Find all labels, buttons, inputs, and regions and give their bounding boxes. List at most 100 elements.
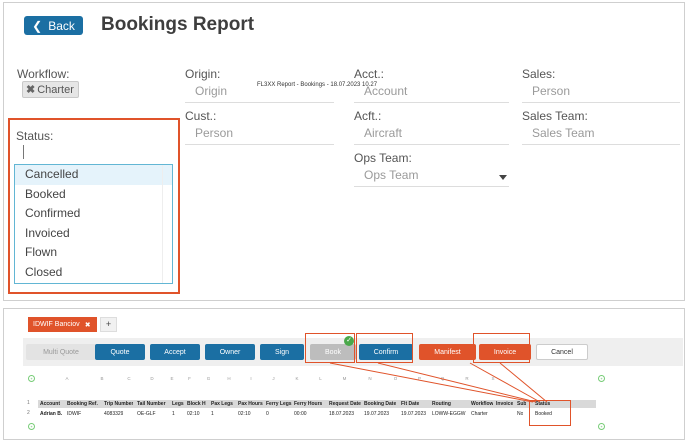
- table-cell[interactable]: LOWW-EGGW: [432, 411, 466, 417]
- status-dropdown[interactable]: Cancelled Booked Confirmed Invoiced Flow…: [14, 164, 173, 284]
- table-cell[interactable]: 18.07.2023: [329, 411, 354, 417]
- status-option-booked[interactable]: Booked: [15, 185, 172, 205]
- origin-label: Origin:: [185, 67, 221, 81]
- column-header[interactable]: I: [240, 376, 262, 383]
- table-cell[interactable]: Adrian B.: [40, 411, 62, 417]
- manifest-button[interactable]: Manifest: [419, 344, 476, 360]
- column-header[interactable]: L: [309, 376, 332, 383]
- column-header[interactable]: B: [86, 376, 118, 383]
- column-header[interactable]: K: [285, 376, 309, 383]
- status-option-confirmed[interactable]: Confirmed: [15, 204, 172, 224]
- column-header[interactable]: O: [383, 376, 408, 383]
- table-header-cell: Pax Legs: [211, 401, 233, 407]
- column-header[interactable]: D: [140, 376, 164, 383]
- table-cell[interactable]: 1: [211, 411, 214, 417]
- caret-down-icon[interactable]: [499, 175, 507, 180]
- table-header-cell: Sub: [517, 401, 527, 407]
- sales-team-label: Sales Team:: [522, 109, 588, 123]
- close-icon[interactable]: ✖: [85, 321, 91, 329]
- table-cell[interactable]: 02:10: [187, 411, 200, 417]
- table-header-cell: Pax Hours: [238, 401, 263, 407]
- workflow-chip[interactable]: ✖ Charter: [22, 81, 79, 98]
- page-title: Bookings Report: [101, 14, 255, 35]
- table-cell[interactable]: 00:00: [294, 411, 307, 417]
- column-header[interactable]: G: [199, 376, 218, 383]
- column-header[interactable]: M: [332, 376, 357, 383]
- table-header-cell: Account: [40, 401, 60, 407]
- column-header[interactable]: A: [48, 376, 86, 383]
- add-tab-button[interactable]: +: [100, 317, 117, 332]
- workbook-panel: IDWIF Banciov ✖ + Multi Quote Quote Acce…: [3, 308, 685, 440]
- workflow-label: Workflow:: [17, 67, 70, 81]
- add-circle-icon[interactable]: +: [598, 375, 605, 382]
- table-header-cell: Request Date: [329, 401, 361, 407]
- table-header-cell: Legs: [172, 401, 184, 407]
- row-number: 2: [27, 410, 30, 416]
- column-header[interactable]: P: [408, 376, 431, 383]
- table-header-cell: Workflow: [471, 401, 494, 407]
- confirm-highlight-box: [356, 333, 413, 363]
- origin-input[interactable]: Origin: [195, 84, 227, 98]
- cust-input[interactable]: Person: [195, 126, 233, 140]
- column-header[interactable]: S: [480, 376, 506, 383]
- acft-label: Acft.:: [354, 109, 382, 123]
- chevron-left-icon: ❮: [32, 18, 43, 33]
- remove-chip-icon[interactable]: ✖: [26, 83, 35, 96]
- column-header[interactable]: F: [180, 376, 199, 383]
- sign-button[interactable]: Sign: [260, 344, 304, 360]
- table-header-cell: Booking Date: [364, 401, 397, 407]
- table-header-cell: Trip Number: [104, 401, 134, 407]
- table-cell[interactable]: OE-GLF: [137, 411, 156, 417]
- table-header-cell: Booking Ref.: [67, 401, 98, 407]
- column-header[interactable]: H: [218, 376, 240, 383]
- add-circle-icon[interactable]: +: [28, 423, 35, 430]
- status-cell-highlight-box: [529, 400, 571, 426]
- accept-button[interactable]: Accept: [150, 344, 200, 360]
- check-icon: ✓: [344, 336, 354, 346]
- invoice-highlight-box: [473, 333, 530, 363]
- column-header[interactable]: C: [118, 376, 140, 383]
- add-circle-icon[interactable]: +: [28, 375, 35, 382]
- column-header[interactable]: N: [357, 376, 383, 383]
- table-cell[interactable]: Charter: [471, 411, 488, 417]
- table-cell[interactable]: IDWIF: [67, 411, 81, 417]
- table-header-cell: Ferry Legs: [266, 401, 292, 407]
- status-option-cancelled[interactable]: Cancelled: [15, 165, 172, 185]
- ops-team-select[interactable]: Ops Team: [364, 168, 418, 182]
- status-option-flown[interactable]: Flown: [15, 243, 172, 263]
- column-header[interactable]: R: [454, 376, 480, 383]
- cancel-button[interactable]: Cancel: [536, 344, 588, 360]
- column-header[interactable]: J: [262, 376, 285, 383]
- table-cell[interactable]: 02:10: [238, 411, 251, 417]
- multi-quote-button[interactable]: Multi Quote: [26, 344, 96, 360]
- status-input[interactable]: [23, 145, 24, 159]
- column-header[interactable]: Q: [431, 376, 454, 383]
- table-header-cell: Invoice: [496, 401, 514, 407]
- ops-team-label: Ops Team:: [354, 151, 412, 165]
- workflow-chip-label: Charter: [37, 83, 74, 96]
- table-header-cell: Flt Date: [401, 401, 420, 407]
- acft-input[interactable]: Aircraft: [364, 126, 402, 140]
- column-header[interactable]: E: [164, 376, 180, 383]
- quote-button[interactable]: Quote: [95, 344, 145, 360]
- sheet-title: FL3XX Report - Bookings - 18.07.2023 10.…: [257, 82, 378, 88]
- status-label: Status:: [16, 129, 54, 143]
- status-option-closed[interactable]: Closed: [15, 263, 172, 283]
- back-button[interactable]: ❮ Back: [24, 16, 83, 35]
- sales-team-input[interactable]: Sales Team: [532, 126, 594, 140]
- table-cell[interactable]: 1: [172, 411, 175, 417]
- table-cell[interactable]: 19.07.2023: [401, 411, 426, 417]
- workbook-tab[interactable]: IDWIF Banciov ✖: [28, 317, 97, 332]
- table-cell[interactable]: No: [517, 411, 523, 417]
- sales-input[interactable]: Person: [532, 84, 570, 98]
- table-cell[interactable]: 0: [266, 411, 269, 417]
- row-number: 1: [27, 400, 30, 406]
- add-circle-icon[interactable]: +: [598, 423, 605, 430]
- acct-label: Acct.:: [354, 67, 385, 81]
- status-option-invoiced[interactable]: Invoiced: [15, 224, 172, 244]
- owner-button[interactable]: Owner: [205, 344, 255, 360]
- table-cell[interactable]: 19.07.2023: [364, 411, 389, 417]
- workbook-tab-label: IDWIF Banciov: [33, 321, 80, 328]
- table-cell[interactable]: 4083329: [104, 411, 123, 417]
- dropdown-scrollbar[interactable]: [162, 165, 172, 283]
